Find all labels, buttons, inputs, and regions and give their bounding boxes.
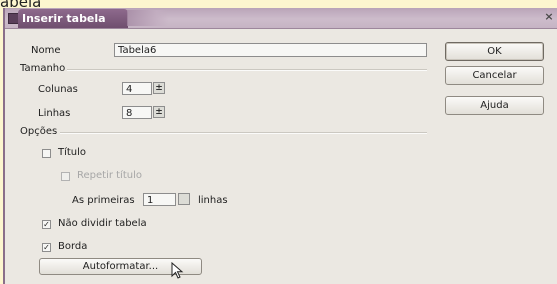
title-bar[interactable]: Inserir tabela × xyxy=(5,8,557,29)
repeat-title-label: Repetir título xyxy=(77,170,142,181)
first-rows-label: As primeiras xyxy=(72,195,135,206)
size-separator xyxy=(67,69,427,71)
title-tab: Inserir tabela xyxy=(18,9,128,28)
rows-label: Linhas xyxy=(38,108,71,119)
columns-input[interactable]: 4 xyxy=(122,82,152,95)
options-separator xyxy=(60,132,427,134)
rows-input[interactable]: 8 xyxy=(122,106,152,119)
border-checkbox[interactable]: ✓ xyxy=(42,243,51,252)
size-section-header: Tamanho xyxy=(20,63,66,74)
title-decoration xyxy=(127,10,169,26)
repeat-title-checkbox[interactable] xyxy=(61,172,70,181)
first-rows-spin-button[interactable] xyxy=(178,193,190,205)
dont-split-label: Não dividir tabela xyxy=(58,218,147,229)
first-rows-suffix: linhas xyxy=(198,195,228,206)
border-label: Borda xyxy=(58,241,88,252)
title-checkbox-label: Título xyxy=(58,147,87,158)
close-icon[interactable]: × xyxy=(543,11,555,23)
insert-table-dialog: Inserir tabela × Nome Tabela6 Tamanho Co… xyxy=(3,8,557,284)
dont-split-checkbox[interactable]: ✓ xyxy=(42,220,51,229)
help-button[interactable]: Ajuda xyxy=(445,96,544,115)
title-checkbox[interactable] xyxy=(42,149,51,158)
name-input[interactable]: Tabela6 xyxy=(114,43,427,57)
name-label: Nome xyxy=(31,45,61,56)
cancel-button[interactable]: Cancelar xyxy=(445,66,544,85)
mouse-pointer-icon xyxy=(171,262,184,279)
columns-spin-button[interactable]: ± xyxy=(153,82,165,94)
ok-button[interactable]: OK xyxy=(445,42,544,61)
columns-label: Colunas xyxy=(38,84,78,95)
window-title: Inserir tabela xyxy=(22,12,106,25)
rows-spin-button[interactable]: ± xyxy=(153,106,165,118)
options-section-header: Opções xyxy=(20,126,58,137)
first-rows-input[interactable]: 1 xyxy=(143,193,176,206)
